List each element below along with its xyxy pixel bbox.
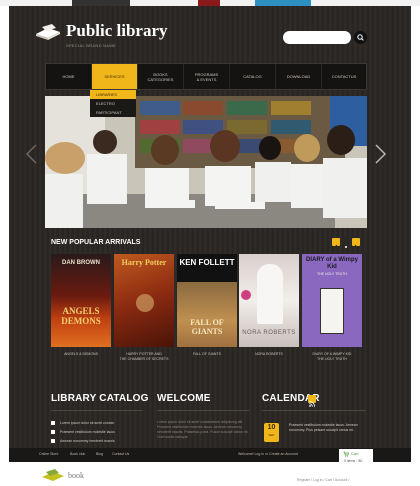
chevron-right-icon [354,244,358,250]
search-icon [357,34,364,41]
nav-item-services[interactable]: SERVICES [92,64,138,89]
book-icon [36,24,60,40]
checkbox[interactable] [51,429,55,434]
arrivals-title: NEW POPULAR ARRIVALS [51,239,141,246]
bottom-welcome-login[interactable]: Welcome! Log in or Create an Account [238,452,298,456]
chevron-right-icon [375,144,387,164]
calendar-event-text[interactable]: Praesent vestibulum molestie lacus. Aene… [289,423,364,433]
catalog-item[interactable]: Praesent vestibulum molestie lacus [51,428,115,435]
site-logo[interactable]: Public library [34,22,168,40]
search-button[interactable] [354,31,367,44]
book-author: NORA ROBERTS [242,330,296,336]
cart-title: Cart [351,451,359,456]
checkbox[interactable] [51,420,55,425]
footer-logo[interactable]: book [41,468,84,482]
cover-illustration [136,294,154,312]
welcome-text: Lorem ipsum dolor sit amet consectetuer … [157,420,249,439]
dropdown-item-participant[interactable]: PARTICIPANT [90,108,136,117]
book-icon [42,469,64,481]
checkbox[interactable] [51,438,55,443]
book-caption-fall-of-giants[interactable]: FALL OF GIANTS [174,352,240,357]
book-cover-title: FALL OF GIANTS [190,318,224,336]
cover-character [320,288,344,334]
slider-prev-arrow[interactable] [24,143,38,165]
bottom-link-blog[interactable]: Blog [96,452,103,456]
slider-next-arrow[interactable] [374,143,388,165]
footer-logo-text: book [68,470,84,480]
arrivals-prev-button[interactable] [332,238,340,250]
book-cover-wimpy-kid[interactable]: DIARY of a Wimpy Kid THE UGLY TRUTH [302,254,362,347]
chevron-left-icon [334,244,338,250]
nav-item-contact[interactable]: CONTACTUS [322,64,366,89]
arrivals-pause-button[interactable] [342,238,350,248]
book-cover-subtitle: THE UGLY TRUTH [317,272,347,276]
site-tagline: SPECIAL BRAND NAME [66,43,116,48]
book-cover-title: Harry Potter [121,258,167,267]
dropdown-item-electro[interactable]: ELECTRO [90,99,136,108]
site-title: Public library [66,21,168,40]
dot-icon [345,246,347,248]
book-author: DAN BROWN [62,260,100,266]
footer-account-links[interactable]: Register / Log in / Cart / Account / [297,478,349,482]
calendar-date-badge: 10 SEP [264,423,279,442]
nav-item-catalog[interactable]: CATALOG [230,64,276,89]
nav-item-home[interactable]: HOME [46,64,92,89]
dropdown-item-libraries[interactable]: LIBRARIES [90,90,136,99]
cover-figure [257,264,283,324]
bottom-link-book-club[interactable]: Book club [70,452,85,456]
cover-flowers [241,290,251,300]
catalog-item[interactable]: Aenean nonummy hendrerit mauris [51,437,115,444]
catalog-title: LIBRARY CATALOG [51,393,149,404]
catalog-item[interactable]: Lorem ipsum dolor sit amet consec [51,419,114,426]
nav-item-download[interactable]: DOWNLOAD [276,64,322,89]
calendar-month: SEP [268,433,275,437]
book-caption-harry-potter[interactable]: HARRY POTTER AND THE CHAMBER OF SECRETS [111,352,177,362]
search-input[interactable] [283,31,351,44]
calendar-divider [262,410,366,411]
book-cover-fall-of-giants[interactable]: KEN FOLLETT FALL OF GIANTS [177,254,237,347]
book-caption-angels-demons[interactable]: ANGELS & DEMONS [48,352,114,357]
calendar-day: 10 [267,424,276,431]
chevron-left-icon [25,144,37,164]
welcome-divider [157,410,249,411]
cart-summary: 0 items - $0 [344,459,363,463]
rss-icon[interactable] [308,395,316,407]
book-caption-nora-roberts[interactable]: NORA ROBERTS [236,352,302,357]
nav-item-books-categories[interactable]: BOOKS CATEGORIES [138,64,184,89]
book-cover-title: ANGELS DEMONS [61,306,101,326]
services-dropdown: LIBRARIES ELECTRO PARTICIPANT [90,90,136,117]
book-cover-harry-potter[interactable]: Harry Potter [114,254,174,347]
book-cover-nora-roberts[interactable]: NORA ROBERTS [239,254,299,347]
arrivals-next-button[interactable] [352,238,360,250]
bottom-link-online-store[interactable]: Online Store [39,452,58,456]
catalog-divider [51,410,143,411]
welcome-title: WELCOME [157,393,211,404]
main-navigation: HOME SERVICES BOOKS CATEGORIES PROGRAMS … [45,63,367,90]
book-cover-angels-demons[interactable]: DAN BROWN ANGELS DEMONS [51,254,111,347]
nav-item-programs-events[interactable]: PROGRAMS & EVENTS [184,64,230,89]
cart-icon [343,451,349,457]
book-caption-wimpy-kid[interactable]: DIARY OF A WIMPY KID THE UGLY TRUTH [299,352,365,362]
bottom-link-contact[interactable]: Contact Us [112,452,129,456]
book-cover-title: DIARY of a Wimpy Kid [306,257,358,270]
book-author: KEN FOLLETT [179,258,235,267]
